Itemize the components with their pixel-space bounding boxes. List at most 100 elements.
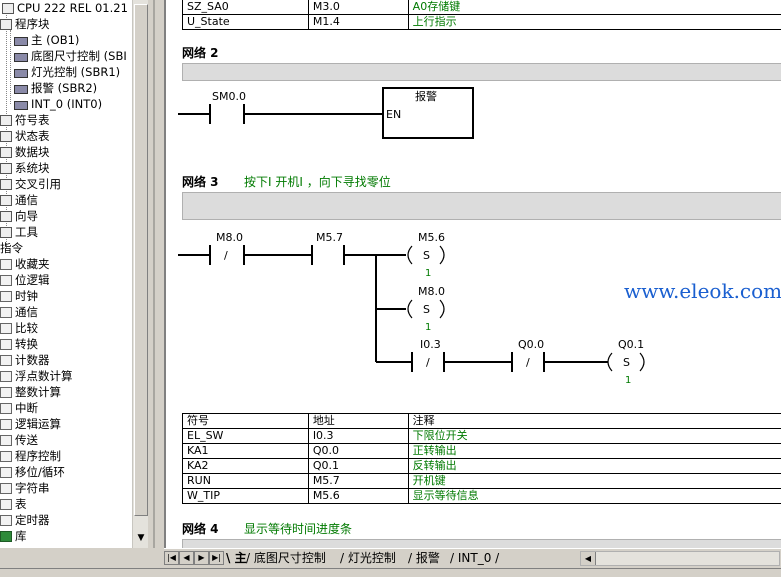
tree-scrollbar-thumb[interactable]: [134, 4, 148, 516]
coil-m56-count: 1: [425, 268, 431, 279]
tree-item-cpu[interactable]: CPU 222 REL 01.21: [2, 0, 128, 16]
tree-item-instructions[interactable]: 指令: [0, 240, 23, 256]
network-4-comment-bar[interactable]: [182, 539, 781, 548]
tree-instr-string[interactable]: 字符串: [0, 480, 50, 496]
tree-instr-interrupt[interactable]: 中断: [0, 400, 38, 416]
address-cell: M5.7: [308, 474, 408, 489]
tree-scrollbar[interactable]: ▼: [132, 0, 149, 548]
tree-item-label: 计数器: [15, 353, 50, 367]
tab-sbr1[interactable]: / 灯光控制: [340, 550, 396, 567]
address-cell: I0.3: [308, 429, 408, 444]
tree-item-symbol-table[interactable]: 符号表: [0, 112, 50, 128]
tree-instr-clock[interactable]: 时钟: [0, 288, 38, 304]
contact-q00-label: Q0.0: [518, 338, 544, 351]
tree-item-wizard[interactable]: 向导: [0, 208, 38, 224]
tree-instr-favorites[interactable]: 收藏夹: [0, 256, 50, 272]
tree-item-status-table[interactable]: 状态表: [0, 128, 50, 144]
tab-main[interactable]: \ 主: [226, 550, 247, 567]
tab-label: INT_0: [458, 551, 491, 565]
coil-right-arc: [440, 246, 444, 264]
scroll-down-arrow-icon[interactable]: ▼: [134, 530, 148, 546]
tree-item-label: 位逻辑: [15, 273, 50, 287]
coil-m80-op: S: [423, 303, 430, 316]
tree-item-label: 比较: [15, 321, 38, 335]
string-icon: [0, 483, 12, 494]
network-4-label[interactable]: 网络 4: [182, 520, 219, 537]
communication-icon: [0, 195, 12, 206]
tree-instr-logic[interactable]: 逻辑运算: [0, 416, 61, 432]
coil-left-arc: [608, 353, 612, 371]
tree-block-sbr0[interactable]: 底图尺寸控制 (SBI: [14, 48, 127, 64]
tree-instr-timer[interactable]: 定时器: [0, 512, 50, 528]
tab-next-icon[interactable]: ▶: [194, 551, 209, 565]
folder-icon: [0, 19, 12, 30]
address-cell: Q0.0: [308, 444, 408, 459]
tree-instr-library[interactable]: 库: [0, 528, 27, 544]
coil-q01-label: Q0.1: [618, 338, 644, 351]
tree-instr-program-control[interactable]: 程序控制: [0, 448, 61, 464]
tree-item-label: 时钟: [15, 289, 38, 303]
network-2-rung: [178, 104, 383, 124]
tree-instr-bit-logic[interactable]: 位逻辑: [0, 272, 50, 288]
tree-item-label: 程序块: [15, 17, 50, 31]
tree-item-label: CPU 222 REL 01.21: [17, 1, 128, 15]
tab-sbr2[interactable]: / 报警: [408, 550, 440, 567]
pane-splitter[interactable]: [148, 0, 164, 576]
tab-sbr0[interactable]: / 底图尺寸控制: [246, 550, 326, 567]
scroll-left-arrow-icon[interactable]: ◀: [581, 552, 596, 565]
tree-instr-communication[interactable]: 通信: [0, 304, 38, 320]
tree-instr-table[interactable]: 表: [0, 496, 27, 512]
contact-i03-op: /: [426, 356, 430, 369]
tree-block-int0[interactable]: INT_0 (INT0): [14, 96, 102, 112]
coil-m56-label: M5.6: [418, 231, 445, 244]
tree-instr-move[interactable]: 传送: [0, 432, 38, 448]
tree-instr-shift-rotate[interactable]: 移位/循环: [0, 464, 65, 480]
tree-instr-integer[interactable]: 整数计算: [0, 384, 61, 400]
tab-last-icon[interactable]: ▶|: [209, 551, 224, 565]
tab-prev-icon[interactable]: ◀: [179, 551, 194, 565]
logic-ops-icon: [0, 419, 12, 430]
symbol-cell: EL_SW: [183, 429, 309, 444]
interrupt-icon: [0, 403, 12, 414]
tree-instr-counter[interactable]: 计数器: [0, 352, 50, 368]
project-tree[interactable]: CPU 222 REL 01.21 程序块 主 (OB1) 底图尺寸控制 (SB…: [0, 0, 132, 548]
tree-block-sbr1[interactable]: 灯光控制 (SBR1): [14, 64, 120, 80]
splitter-line: [153, 0, 155, 548]
counter-icon: [0, 355, 12, 366]
editor-hscrollbar[interactable]: ◀: [580, 551, 780, 566]
tree-item-system-block[interactable]: 系统块: [0, 160, 50, 176]
tree-item-tools[interactable]: 工具: [0, 224, 38, 240]
tab-first-icon[interactable]: |◀: [164, 551, 179, 565]
tree-item-label: 转换: [15, 337, 38, 351]
tree-item-label: INT_0 (INT0): [31, 97, 102, 111]
tree-item-label: 系统块: [15, 161, 50, 175]
tree-instr-compare[interactable]: 比较: [0, 320, 38, 336]
system-block-icon: [0, 163, 12, 174]
cpu-icon: [2, 3, 14, 14]
tree-item-label: 状态表: [15, 129, 50, 143]
tab-int0[interactable]: / INT_0 /: [450, 550, 499, 567]
tree-block-sbr2[interactable]: 报警 (SBR2): [14, 80, 97, 96]
tree-item-label: 程序控制: [15, 449, 61, 463]
tree-item-label: 逻辑运算: [15, 417, 61, 431]
tree-block-ob1[interactable]: 主 (OB1): [14, 32, 79, 48]
comment-cell: 开机键: [408, 474, 781, 489]
ladder-editor[interactable]: SZ_SA0 M3.0 A0存储键 U_State M1.4 上行指示 网络 2…: [164, 0, 781, 548]
tree-item-program-block[interactable]: 程序块: [0, 16, 50, 32]
timer-icon: [0, 515, 12, 526]
program-control-icon: [0, 451, 12, 462]
tree-item-label: 中断: [15, 401, 38, 415]
tree-item-data-block[interactable]: 数据块: [0, 144, 50, 160]
tree-instr-float[interactable]: 浮点数计算: [0, 368, 73, 384]
tree-item-cross-reference[interactable]: 交叉引用: [0, 176, 61, 192]
coil-left-arc: [408, 300, 412, 318]
tree-item-communication[interactable]: 通信: [0, 192, 38, 208]
tools-icon: [0, 227, 12, 238]
tree-instr-convert[interactable]: 转换: [0, 336, 38, 352]
network-3-rung: [178, 245, 608, 372]
tab-label: 主: [235, 551, 247, 565]
block-icon: [14, 69, 28, 78]
coil-m80-label: M8.0: [418, 285, 445, 298]
tree-item-label: 表: [15, 497, 27, 511]
tab-label: 底图尺寸控制: [254, 551, 326, 565]
